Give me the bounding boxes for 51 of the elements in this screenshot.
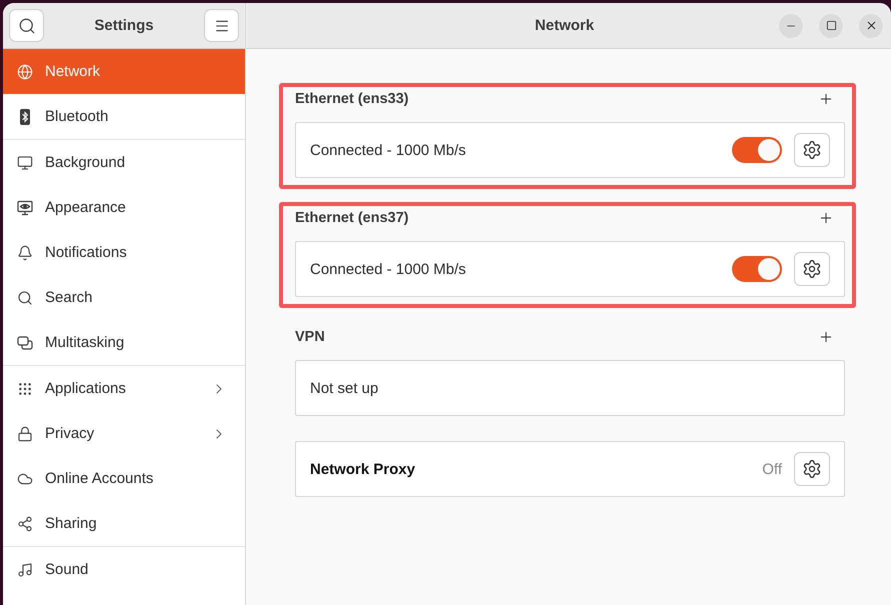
setting-label: Network Proxy: [310, 460, 416, 478]
bluetooth-icon: [17, 108, 33, 124]
plus-icon: [818, 329, 834, 345]
search-button[interactable]: [9, 9, 44, 42]
dots-grid-icon: [17, 380, 33, 396]
toggle-switch[interactable]: [732, 256, 782, 282]
sidebar-item[interactable]: Search: [3, 275, 245, 320]
bell-icon: [17, 244, 33, 260]
sidebar-item[interactable]: Multitasking: [3, 320, 245, 365]
plus-icon: [818, 210, 834, 226]
maximize-icon: [826, 20, 836, 31]
gear-icon: [802, 140, 822, 160]
settings-button[interactable]: [794, 452, 830, 486]
sidebar-item[interactable]: Network: [3, 49, 245, 94]
sidebar-item[interactable]: Background: [3, 140, 245, 185]
windows-icon: [17, 334, 33, 350]
search-icon: [17, 290, 33, 306]
sidebar-item[interactable]: Applications: [3, 366, 245, 411]
section-heading: VPN: [295, 329, 325, 345]
gear-icon: [802, 259, 822, 279]
maximize-button[interactable]: [819, 14, 843, 38]
sidebar-item[interactable]: Sharing: [3, 501, 245, 546]
gear-icon: [802, 459, 822, 479]
sidebar-item[interactable]: Online Accounts: [3, 456, 245, 501]
share-icon: [17, 516, 33, 532]
toggle-switch[interactable]: [732, 137, 782, 163]
plus-icon: [818, 91, 834, 107]
section-heading: Ethernet (ens37): [295, 210, 409, 226]
window-title: Network: [534, 17, 594, 34]
music-note-icon: [17, 562, 33, 578]
connection-status: Connected - 1000 Mb/s: [310, 142, 467, 158]
section-heading: Ethernet (ens33): [295, 91, 409, 107]
settings-button[interactable]: [794, 252, 830, 286]
sidebar-item[interactable]: Appearance: [3, 185, 245, 230]
menu-button[interactable]: [204, 9, 239, 42]
lock-icon: [17, 426, 33, 442]
connection-status: Connected - 1000 Mb/s: [310, 260, 467, 278]
monitor-icon: [17, 154, 33, 170]
sidebar-item[interactable]: Bluetooth: [3, 94, 245, 139]
sidebar-item[interactable]: Sound: [3, 547, 245, 592]
close-button[interactable]: [859, 14, 883, 38]
setting-value: Off: [762, 460, 782, 478]
sidebar-item[interactable]: Privacy: [3, 411, 245, 456]
monitor-eye-icon: [17, 200, 33, 216]
status-text: Not set up: [310, 380, 380, 396]
close-icon: [864, 19, 878, 32]
globe-icon: [17, 64, 33, 80]
search-icon: [18, 16, 36, 34]
sidebar-title: Settings: [94, 17, 154, 34]
sidebar-item[interactable]: Notifications: [3, 230, 245, 275]
settings-button[interactable]: [794, 133, 830, 167]
